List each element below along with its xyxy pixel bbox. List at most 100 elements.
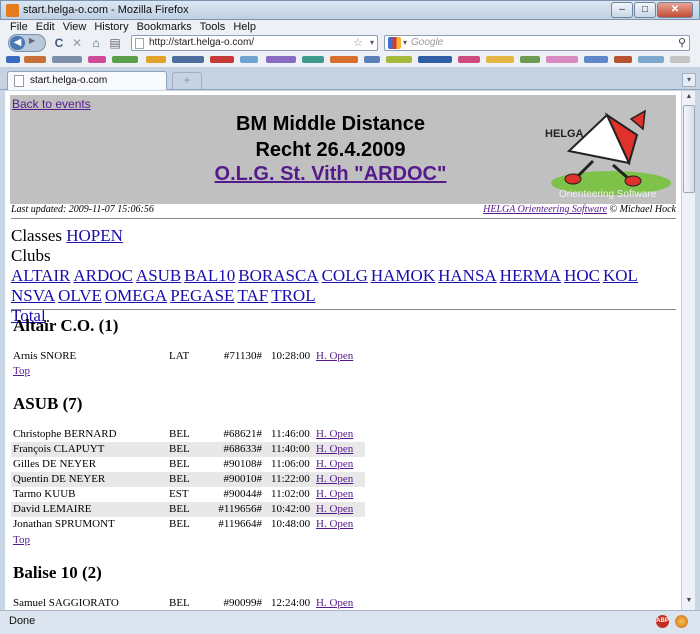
menu-bookmarks[interactable]: Bookmarks <box>133 20 196 34</box>
bookmark-icon[interactable] <box>386 56 412 63</box>
menu-view[interactable]: View <box>59 20 91 34</box>
maximize-button[interactable]: □ <box>634 2 656 18</box>
window-controls: – □ ✕ <box>610 2 693 18</box>
address-bar[interactable]: http://start.helga-o.com/ ☆ ▾ <box>131 35 378 51</box>
club-link[interactable]: OMEGA <box>105 286 167 305</box>
bookmark-icon[interactable] <box>6 56 20 63</box>
bookmark-icon[interactable] <box>52 56 82 63</box>
print-icon[interactable]: ▤ <box>108 35 122 51</box>
scroll-up-icon[interactable]: ▲ <box>683 93 695 104</box>
scrollbar-thumb[interactable] <box>683 105 695 193</box>
back-arrow-icon[interactable]: ◀ <box>10 36 25 50</box>
club-link[interactable]: PEGASE <box>170 286 234 305</box>
runner-nation: BEL <box>169 518 190 530</box>
class-link[interactable]: H. Open <box>316 427 353 442</box>
bookmark-icon[interactable] <box>418 56 452 63</box>
close-button[interactable]: ✕ <box>657 2 693 18</box>
tab-label: start.helga-o.com <box>30 75 108 86</box>
runner-nation: BEL <box>169 428 190 440</box>
bookmark-icon[interactable] <box>266 56 296 63</box>
class-link[interactable]: H. Open <box>316 457 353 472</box>
bookmark-icon[interactable] <box>546 56 578 63</box>
club-link[interactable]: HERMA <box>500 266 561 285</box>
helga-software-link[interactable]: HELGA Orienteering Software <box>483 204 607 215</box>
club-link[interactable]: HOC <box>564 266 600 285</box>
class-link[interactable]: H. Open <box>316 487 353 502</box>
bookmark-icon[interactable] <box>146 56 166 63</box>
start-time: 10:48:00 <box>271 518 311 530</box>
vertical-scrollbar[interactable]: ▲ ▼ <box>681 91 695 610</box>
club-link[interactable]: BAL10 <box>184 266 235 285</box>
home-icon[interactable]: ⌂ <box>89 35 103 51</box>
forward-arrow-icon[interactable]: ▶ <box>29 36 35 45</box>
tab-start-helga[interactable]: start.helga-o.com <box>7 71 167 90</box>
bookmark-icon[interactable] <box>24 56 46 63</box>
top-link[interactable]: Top <box>13 365 30 377</box>
menu-file[interactable]: File <box>6 20 32 34</box>
table-row: Samuel SAGGIORATO BEL #90099# 12:24:00 H… <box>11 596 365 610</box>
bookmark-icon[interactable] <box>364 56 380 63</box>
bookmark-icon[interactable] <box>330 56 358 63</box>
club-link[interactable]: TROL <box>271 286 315 305</box>
runner-chip: #90108# <box>223 458 263 470</box>
organizer-link[interactable]: O.L.G. St. Vith "ARDOC" <box>215 163 447 185</box>
bookmark-icon[interactable] <box>486 56 514 63</box>
bookmark-icon[interactable] <box>614 56 632 63</box>
menu-history[interactable]: History <box>90 20 132 34</box>
menu-edit[interactable]: Edit <box>32 20 59 34</box>
class-link[interactable]: H. Open <box>316 502 353 517</box>
bookmark-icon[interactable] <box>210 56 234 63</box>
search-bar[interactable]: ▾ Google ⚲ <box>384 35 690 51</box>
bookmark-icon[interactable] <box>458 56 480 63</box>
club-link[interactable]: COLG <box>322 266 368 285</box>
bookmark-icon[interactable] <box>520 56 540 63</box>
runner-chip: #119656# <box>218 503 262 515</box>
engine-dropdown-icon[interactable]: ▾ <box>403 38 407 47</box>
google-engine-icon[interactable] <box>388 37 401 49</box>
table-row: Gilles DE NEYER BEL #90108# 11:06:00 H. … <box>11 457 365 472</box>
url-text[interactable]: http://start.helga-o.com/ <box>149 37 254 48</box>
bookmark-icon[interactable] <box>88 56 106 63</box>
club-link[interactable]: ASUB <box>136 266 181 285</box>
bookmark-icon[interactable] <box>172 56 204 63</box>
adblock-icon[interactable]: ABP <box>656 615 669 628</box>
club-link[interactable]: OLVE <box>58 286 102 305</box>
firefox-addon-icon[interactable] <box>675 615 688 628</box>
url-dropdown-icon[interactable]: ▾ <box>370 38 374 47</box>
club-link[interactable]: ALTAIR <box>11 266 70 285</box>
club-link[interactable]: HAMOK <box>371 266 435 285</box>
club-link[interactable]: BORASCA <box>238 266 318 285</box>
top-link[interactable]: Top <box>13 534 30 546</box>
bookmark-icon[interactable] <box>240 56 258 63</box>
search-icon[interactable]: ⚲ <box>678 36 686 49</box>
club-link[interactable]: NSVA <box>11 286 55 305</box>
bookmark-icon[interactable] <box>638 56 664 63</box>
bookmark-star-icon[interactable]: ☆ <box>353 36 363 49</box>
search-placeholder[interactable]: Google <box>411 37 443 48</box>
club-link[interactable]: TAF <box>237 286 268 305</box>
class-link[interactable]: HOPEN <box>66 226 123 245</box>
bookmark-icon[interactable] <box>112 56 138 63</box>
scroll-down-icon[interactable]: ▼ <box>683 597 695 608</box>
club-link[interactable]: ARDOC <box>73 266 133 285</box>
club-link[interactable]: HANSA <box>438 266 497 285</box>
menu-help[interactable]: Help <box>229 20 260 34</box>
class-link[interactable]: H. Open <box>316 596 353 610</box>
stop-icon[interactable]: ✕ <box>70 35 84 51</box>
runner-name: Jonathan SPRUMONT <box>13 518 115 530</box>
class-link[interactable]: H. Open <box>316 442 353 457</box>
class-link[interactable]: H. Open <box>316 472 353 487</box>
bookmark-icon[interactable] <box>584 56 608 63</box>
back-forward-group: ◀ ▶ <box>8 34 46 52</box>
menu-tools[interactable]: Tools <box>196 20 230 34</box>
reload-icon[interactable]: C <box>52 35 66 51</box>
class-link[interactable]: H. Open <box>316 517 353 532</box>
bookmark-icon[interactable] <box>670 56 690 63</box>
bookmark-icon[interactable] <box>302 56 324 63</box>
class-link[interactable]: H. Open <box>316 349 353 364</box>
club-link[interactable]: KOL <box>603 266 638 285</box>
back-to-events-link[interactable]: Back to events <box>12 97 91 111</box>
minimize-button[interactable]: – <box>611 2 633 18</box>
tab-list-chevron-icon[interactable]: ▾ <box>682 73 696 87</box>
new-tab-button[interactable]: + <box>172 72 202 89</box>
